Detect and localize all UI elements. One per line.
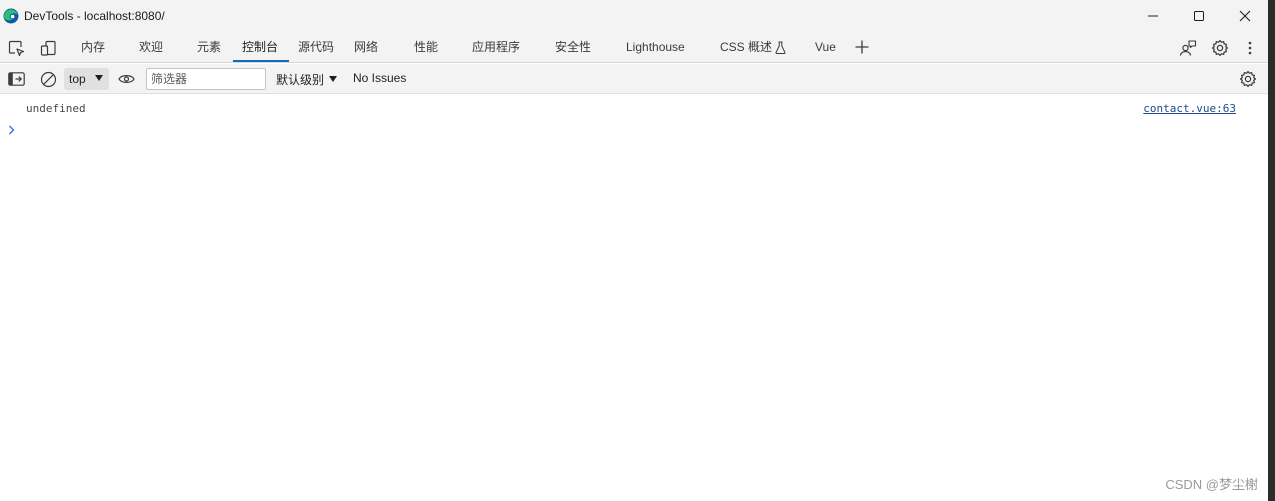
feedback-icon [1179, 40, 1197, 56]
issues-counter[interactable]: No Issues [353, 71, 406, 85]
settings-button[interactable] [1210, 38, 1230, 58]
tab-console[interactable]: 控制台 [242, 32, 278, 62]
console-output: undefined contact.vue:63 CSDN @梦尘榭 [0, 95, 1268, 501]
tab-css-overview-label: CSS 概述 [720, 40, 773, 54]
feedback-button[interactable] [1178, 38, 1198, 58]
tab-network[interactable]: 网络 [354, 32, 378, 62]
tab-lighthouse[interactable]: Lighthouse [626, 32, 685, 62]
device-emulation-icon [40, 40, 56, 56]
clear-console-button[interactable] [38, 69, 58, 89]
tab-application[interactable]: 应用程序 [472, 32, 520, 62]
log-levels-label: 默认级别 [276, 72, 325, 87]
active-tab-indicator [233, 60, 289, 62]
tab-vue[interactable]: Vue [815, 32, 836, 62]
more-options-icon [1248, 41, 1252, 55]
live-expression-button[interactable] [116, 69, 136, 89]
maximize-button[interactable] [1176, 0, 1222, 32]
tab-performance[interactable]: 性能 [414, 32, 438, 62]
settings-icon [1211, 39, 1229, 57]
tab-elements[interactable]: 元素 [197, 32, 221, 62]
tab-welcome[interactable]: 欢迎 [139, 32, 163, 62]
maximize-icon [1194, 11, 1204, 21]
flask-icon [775, 41, 786, 55]
sidebar-toggle-button[interactable] [6, 69, 26, 89]
console-settings-icon [1239, 70, 1257, 88]
panel-tab-bar: 内存 欢迎 元素 控制台 源代码 网络 性能 应用程序 安全性 Lighthou… [0, 32, 1268, 63]
console-toolbar: top 默认级别 No Issues [0, 64, 1268, 94]
console-filter-input[interactable] [146, 68, 266, 90]
console-message: undefined contact.vue:63 [0, 99, 1268, 119]
console-prompt [8, 123, 20, 137]
tab-memory[interactable]: 内存 [81, 32, 105, 62]
clear-console-icon [40, 71, 56, 87]
title-bar: DevTools - localhost:8080/ [0, 0, 1268, 32]
window-title: DevTools - localhost:8080/ [24, 9, 165, 23]
edge-logo-icon [3, 8, 19, 24]
plus-icon [855, 40, 869, 54]
context-selector[interactable]: top [64, 68, 109, 90]
console-message-source-link[interactable]: contact.vue:63 [1143, 102, 1236, 115]
console-input[interactable] [24, 121, 1224, 139]
background-edge [1268, 0, 1275, 501]
dropdown-arrow-icon [329, 76, 338, 82]
dropdown-arrow-icon [95, 75, 103, 81]
tab-security[interactable]: 安全性 [555, 32, 591, 62]
eye-icon [117, 75, 135, 83]
devtools-window: DevTools - localhost:8080/ 内存 欢迎 元素 控制台 … [0, 0, 1268, 501]
minimize-button[interactable] [1130, 0, 1176, 32]
window-controls [1130, 0, 1268, 32]
watermark: CSDN @梦尘榭 [1165, 477, 1258, 492]
sidebar-toggle-icon [7, 72, 25, 86]
log-levels-dropdown[interactable]: 默认级别 [276, 70, 338, 88]
more-options-button[interactable] [1240, 38, 1260, 58]
minimize-icon [1148, 15, 1158, 17]
console-message-text: undefined [26, 102, 86, 115]
inspect-element-button[interactable] [6, 38, 26, 58]
tab-css-overview[interactable]: CSS 概述 [720, 32, 786, 62]
add-tab-button[interactable] [852, 37, 872, 57]
context-selector-value: top [69, 72, 86, 86]
close-icon [1239, 10, 1251, 22]
chevron-right-icon [9, 125, 15, 135]
device-emulation-button[interactable] [38, 38, 58, 58]
console-settings-button[interactable] [1238, 69, 1258, 89]
tab-sources[interactable]: 源代码 [298, 32, 334, 62]
inspect-element-icon [8, 40, 24, 56]
close-button[interactable] [1222, 0, 1268, 32]
